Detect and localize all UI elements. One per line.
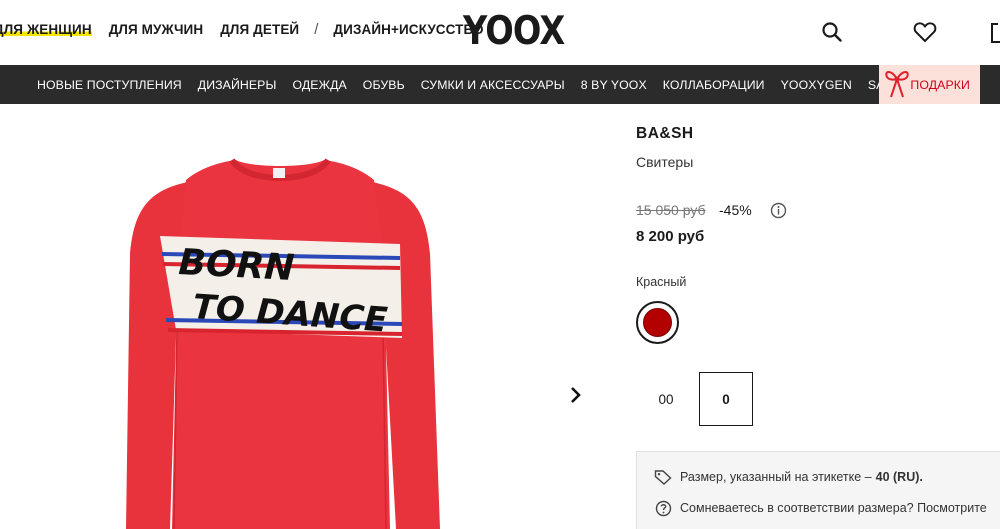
color-swatch-red[interactable] bbox=[636, 301, 679, 344]
cat-bags-accessories[interactable]: СУМКИ И АКСЕССУАРЫ bbox=[421, 78, 565, 92]
nav-men[interactable]: ДЛЯ МУЖЧИН bbox=[109, 22, 204, 37]
gift-bow-icon bbox=[885, 71, 909, 98]
gender-nav: ДЛЯ ЖЕНЩИН ДЛЯ МУЖЧИН ДЛЯ ДЕТЕЙ / ДИЗАЙН… bbox=[0, 21, 501, 38]
product-image[interactable]: BORN TO DANCE bbox=[0, 104, 560, 529]
category-nav: НОВЫЕ ПОСТУПЛЕНИЯ ДИЗАЙНЕРЫ ОДЕЖДА ОБУВЬ… bbox=[0, 65, 1000, 104]
size-label-text: Размер, указанный на этикетке – bbox=[680, 470, 872, 484]
cat-designers[interactable]: ДИЗАЙНЕРЫ bbox=[198, 78, 277, 92]
size-doubt-row: Сомневаетесь в соответствии размера? Пос… bbox=[654, 499, 987, 517]
size-guide-link[interactable]: Сомневаетесь в соответствии размера? Пос… bbox=[680, 501, 987, 515]
discount-badge: -45% bbox=[719, 202, 752, 218]
product-category[interactable]: Свитеры bbox=[636, 154, 693, 170]
cat-clothing[interactable]: ОДЕЖДА bbox=[292, 78, 346, 92]
tag-icon bbox=[654, 468, 672, 486]
gifts-label: ПОДАРКИ bbox=[910, 77, 970, 92]
cat-shoes[interactable]: ОБУВЬ bbox=[363, 78, 405, 92]
size-label-value: 40 (RU). bbox=[875, 470, 923, 484]
cat-new-arrivals[interactable]: НОВЫЕ ПОСТУПЛЕНИЯ bbox=[37, 78, 182, 92]
carousel-next-arrow-icon[interactable] bbox=[562, 382, 588, 408]
product-brand[interactable]: BA&SH bbox=[636, 125, 694, 143]
yoox-logo[interactable]: YOOX bbox=[463, 9, 565, 54]
nav-women[interactable]: ДЛЯ ЖЕНЩИН bbox=[0, 22, 92, 37]
size-label-row: Размер, указанный на этикетке – 40 (RU). bbox=[654, 468, 923, 486]
swatch-fill bbox=[643, 308, 672, 337]
color-label: Красный bbox=[636, 275, 687, 289]
size-option-00[interactable]: 00 bbox=[639, 372, 693, 426]
search-icon[interactable] bbox=[818, 18, 846, 46]
top-header: ДЛЯ ЖЕНЩИН ДЛЯ МУЖЧИН ДЛЯ ДЕТЕЙ / ДИЗАЙН… bbox=[0, 0, 1000, 65]
bag-icon[interactable] bbox=[990, 18, 1000, 46]
nav-kids[interactable]: ДЛЯ ДЕТЕЙ bbox=[220, 22, 299, 37]
cat-collaborations[interactable]: КОЛЛАБОРАЦИИ bbox=[663, 78, 765, 92]
heart-icon[interactable] bbox=[911, 18, 939, 46]
cat-8-by-yoox[interactable]: 8 BY YOOX bbox=[581, 78, 647, 92]
gifts-tab[interactable]: ПОДАРКИ bbox=[879, 65, 980, 104]
size-option-0[interactable]: 0 bbox=[699, 372, 753, 426]
current-price: 8 200 руб bbox=[636, 228, 705, 245]
sweater-print-line1: BORN bbox=[178, 242, 296, 289]
price-info-icon[interactable] bbox=[770, 202, 787, 219]
cat-yooxygen[interactable]: YOOXYGEN bbox=[781, 78, 852, 92]
size-info-box bbox=[636, 451, 1000, 529]
help-icon bbox=[654, 499, 672, 517]
nav-separator: / bbox=[314, 21, 319, 38]
old-price: 15 050 руб bbox=[636, 202, 706, 218]
nav-design-art[interactable]: ДИЗАЙН+ИСКУССТВО bbox=[333, 22, 483, 37]
